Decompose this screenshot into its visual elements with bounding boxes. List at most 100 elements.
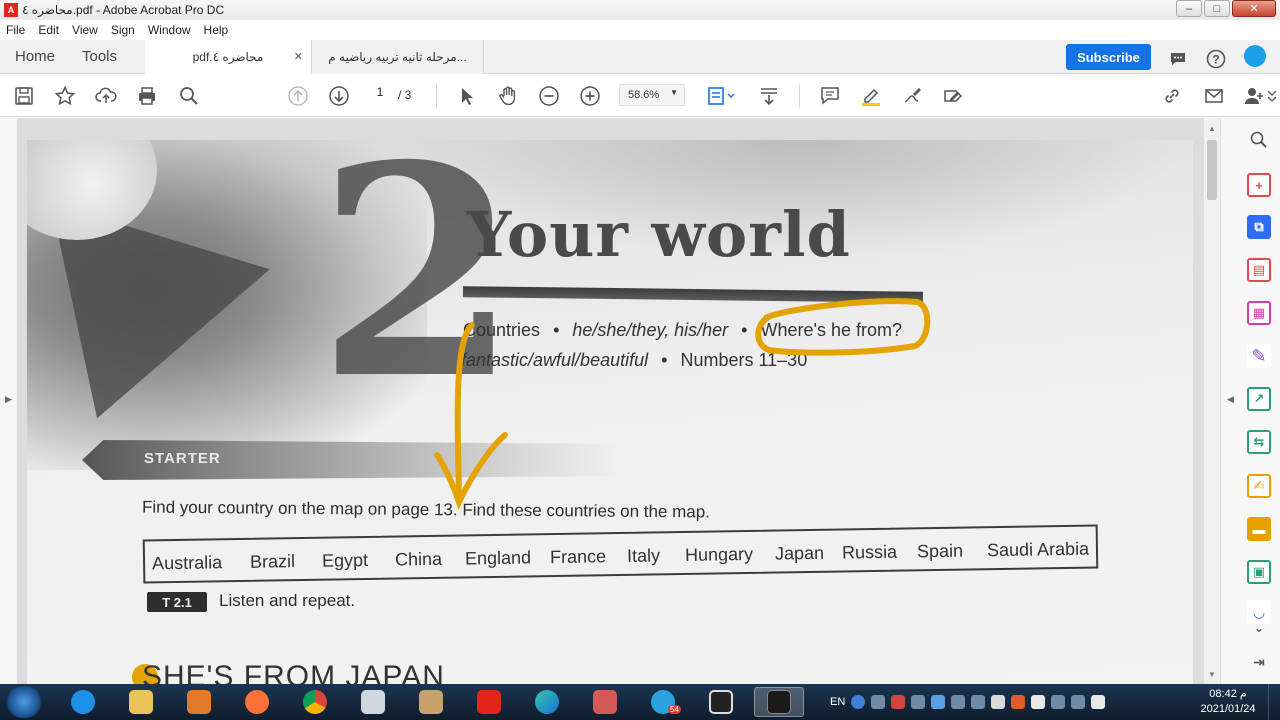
hand-tool-icon[interactable] (496, 85, 520, 107)
scroll-mode-icon[interactable] (757, 85, 781, 107)
export-pdf-icon[interactable]: ↗ (1247, 387, 1271, 411)
show-desktop-button[interactable] (1268, 684, 1280, 720)
email-icon[interactable] (1202, 85, 1226, 107)
document-view[interactable]: 2 Your world Countries • he/she/they, hi… (18, 118, 1203, 684)
countries-box: Australia Brazil Egypt China England Fra… (142, 524, 1099, 584)
bookmark-star-icon[interactable] (53, 85, 77, 107)
media-player-icon[interactable] (174, 687, 224, 717)
cloud-tray-icon[interactable] (931, 695, 946, 709)
search-icon[interactable] (177, 85, 201, 107)
edge-icon[interactable] (522, 687, 572, 717)
combine-files-icon[interactable]: ⧉ (1247, 215, 1271, 239)
fit-page-icon[interactable] (704, 85, 738, 107)
snipping-tool-icon[interactable] (348, 687, 398, 717)
zoom-out-icon[interactable] (537, 85, 561, 107)
compare-files-icon[interactable]: ⇆ (1247, 430, 1271, 454)
file-explorer-icon[interactable] (116, 687, 166, 717)
bluetooth-tray-icon[interactable] (911, 695, 926, 709)
antivirus-tray-icon[interactable] (891, 695, 906, 709)
usb-tray-icon[interactable] (971, 695, 986, 709)
collapse-pane-icon[interactable]: ⇥ (1247, 650, 1271, 674)
tab-home[interactable]: Home (15, 48, 55, 65)
scroll-up-icon[interactable]: ▲ (1208, 124, 1216, 133)
close-button[interactable]: ✕ (1232, 0, 1276, 17)
search-zoom-icon[interactable] (1247, 128, 1271, 152)
internet-explorer-icon[interactable] (58, 687, 108, 717)
organize-pages-icon[interactable]: ▤ (1247, 258, 1271, 282)
print-production-icon[interactable]: ▣ (1247, 560, 1271, 584)
close-tab-icon[interactable]: ✕ (294, 50, 303, 63)
vertical-scrollbar[interactable]: ▲ ▼ (1203, 118, 1220, 684)
country-item: Russia (841, 541, 898, 563)
calculator-icon[interactable] (580, 687, 630, 717)
acrobat-reader-icon[interactable] (464, 687, 514, 717)
save-icon[interactable] (12, 85, 36, 107)
select-cursor-icon[interactable] (455, 85, 479, 107)
help-tray-icon[interactable] (851, 695, 866, 709)
help-icon[interactable]: ? (1206, 49, 1226, 69)
acrobat-pro-icon[interactable] (754, 687, 804, 717)
document-tab-active[interactable]: pdf.محاضره ٤ ✕ (145, 40, 312, 74)
highlighter-icon[interactable] (859, 85, 883, 107)
toolbar-divider (799, 84, 800, 108)
maximize-button[interactable]: □ (1204, 0, 1230, 17)
chevron-down-icon[interactable]: ⌄ (1247, 616, 1271, 640)
add-user-icon[interactable] (1242, 85, 1266, 107)
start-button[interactable] (4, 686, 44, 718)
account-avatar-icon[interactable] (1244, 45, 1266, 67)
upload-cloud-icon[interactable] (94, 85, 118, 107)
previous-page-icon[interactable] (286, 85, 310, 107)
collapse-right-pane-icon[interactable]: ◀ (1227, 394, 1234, 405)
create-pdf-icon[interactable]: + (1247, 173, 1271, 197)
drive-tray-icon[interactable] (991, 695, 1006, 709)
comment-tool-icon[interactable]: ▬ (1247, 517, 1271, 541)
network-tray-icon[interactable] (871, 695, 886, 709)
tab-tools[interactable]: Tools (82, 48, 117, 65)
window-controls: – □ ✕ (1176, 0, 1276, 17)
menu-file[interactable]: File (6, 23, 25, 37)
scroll-down-icon[interactable]: ▼ (1208, 670, 1216, 679)
heading-rule (462, 286, 924, 303)
expand-left-pane-icon[interactable]: ▶ (5, 394, 12, 405)
edit-pdf-icon[interactable]: ▦ (1247, 301, 1271, 325)
menu-help[interactable]: Help (204, 23, 229, 37)
request-signature-icon[interactable]: ✍ (1247, 474, 1271, 498)
battery-tray-icon[interactable] (1051, 695, 1066, 709)
country-item: Egypt (321, 549, 369, 571)
zoom-in-icon[interactable] (578, 85, 602, 107)
device-tray-icon[interactable] (951, 695, 966, 709)
next-page-icon[interactable] (327, 85, 351, 107)
more-tools-icon[interactable] (1266, 85, 1278, 107)
paint-icon[interactable] (406, 687, 456, 717)
menu-edit[interactable]: Edit (38, 23, 59, 37)
listen-instruction: Listen and repeat. (219, 591, 356, 610)
taskbar-clock[interactable]: 08:42 م 2021/01/24 (1198, 687, 1258, 717)
language-indicator[interactable]: EN (830, 696, 845, 708)
menu-window[interactable]: Window (148, 23, 191, 37)
subscribe-button[interactable]: Subscribe (1066, 44, 1151, 70)
signal-tray-icon[interactable] (1071, 695, 1086, 709)
fill-sign-icon[interactable]: ✎ (1247, 344, 1271, 368)
unit-heading: Your world (467, 198, 851, 271)
app-tray-icon[interactable] (1011, 695, 1026, 709)
telegram-badge: 54 (668, 705, 681, 714)
comment-bubble-icon[interactable] (1168, 49, 1188, 69)
sign-icon[interactable] (941, 85, 965, 107)
page-number-input[interactable]: 1 (364, 85, 396, 105)
share-link-icon[interactable] (1160, 85, 1184, 107)
flag-tray-icon[interactable] (1031, 695, 1046, 709)
menu-sign[interactable]: Sign (111, 23, 135, 37)
firefox-icon[interactable] (232, 687, 282, 717)
print-icon[interactable] (135, 85, 159, 107)
scrollbar-thumb[interactable] (1207, 140, 1217, 200)
menu-view[interactable]: View (72, 23, 98, 37)
comment-icon[interactable] (818, 85, 842, 107)
telegram-icon[interactable]: 54 (638, 687, 688, 717)
volume-tray-icon[interactable] (1091, 695, 1106, 709)
draw-pen-icon[interactable] (900, 85, 924, 107)
document-tab-inactive[interactable]: مرحله ثانيه تربيه رياضيه م... (312, 40, 484, 74)
screen-recorder-icon[interactable] (696, 687, 746, 717)
zoom-dropdown[interactable]: 58.6% ▼ (619, 84, 685, 106)
chrome-icon[interactable] (290, 687, 340, 717)
minimize-button[interactable]: – (1176, 0, 1202, 17)
